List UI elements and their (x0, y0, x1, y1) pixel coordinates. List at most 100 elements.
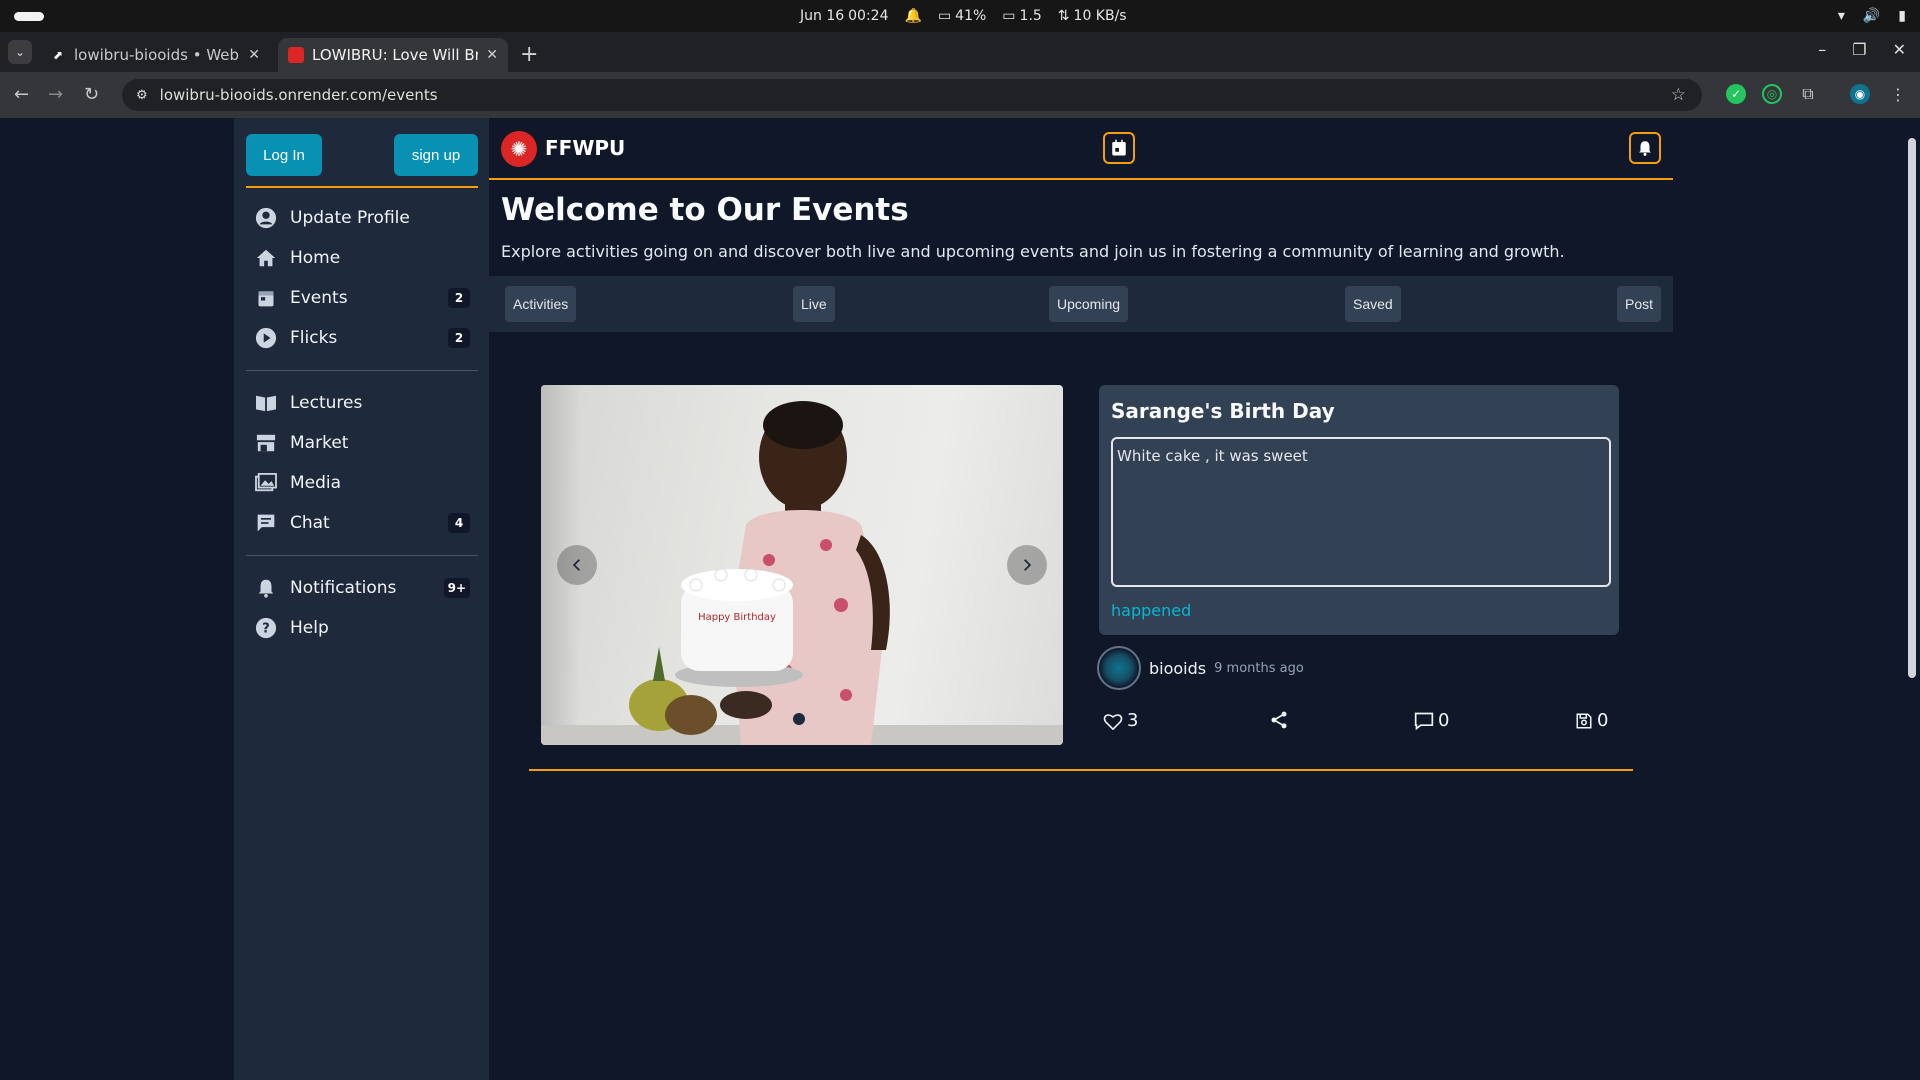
site-info-icon[interactable]: ⚙ (136, 88, 148, 103)
restore-icon[interactable]: ❐ (1852, 40, 1866, 59)
activities-indicator[interactable] (14, 12, 44, 21)
battery-icon: ▭ (937, 8, 952, 24)
profile-avatar-icon[interactable]: ◉ (1850, 84, 1870, 104)
sidebar-item-home[interactable]: Home (246, 238, 478, 278)
extension-check-icon[interactable]: ✓ (1726, 84, 1746, 104)
sidebar-item-label: Help (290, 618, 329, 638)
sidebar-item-label: Events (290, 288, 348, 308)
close-tab-icon[interactable]: ✕ (486, 47, 498, 63)
sidebar-item-events[interactable]: Events 2 (246, 278, 478, 318)
window-controls: – ❐ ✕ (1818, 40, 1906, 59)
sidebar-divider (246, 370, 478, 371)
sidebar-item-label: Notifications (290, 578, 397, 598)
user-circle-icon (254, 206, 278, 230)
os-tray[interactable]: ▾ 🔊 ▮ (1838, 0, 1906, 32)
extensions-puzzle-icon[interactable]: ⧉ (1798, 84, 1818, 104)
author-name[interactable]: biooids (1149, 659, 1206, 678)
sidebar-item-flicks[interactable]: Flicks 2 (246, 318, 478, 358)
net-speed-text: 10 KB/s (1073, 8, 1127, 24)
like-count: 3 (1127, 710, 1139, 731)
like-button[interactable]: 3 (1103, 710, 1138, 731)
sidebar-divider (246, 555, 478, 556)
battery-text: 41% (955, 8, 987, 24)
reload-icon[interactable]: ↻ (84, 84, 99, 105)
page-scrollbar[interactable] (1904, 118, 1920, 1080)
comment-button[interactable]: 0 (1414, 710, 1449, 731)
auth-buttons: Log In sign up (246, 134, 478, 188)
extension-target-icon[interactable]: ◎ (1762, 84, 1782, 104)
ffwpu-logo-icon[interactable]: ✺ (501, 131, 537, 167)
brand-name[interactable]: FFWPU (545, 136, 625, 160)
browser-tab-2[interactable]: LOWIBRU: Love Will Brin ✕ (278, 38, 508, 72)
sidebar-item-media[interactable]: Media (246, 463, 478, 503)
new-tab-button[interactable]: + (520, 42, 538, 67)
sidebar-item-notifications[interactable]: Notifications 9+ (246, 568, 478, 608)
chrome-menu-icon[interactable]: ⋮ (1888, 84, 1908, 104)
browser-tab-bar: ⌄ ⬈ lowibru-biooids • Web S ✕ LOWIBRU: L… (0, 32, 1920, 72)
lowibru-favicon-icon (288, 47, 304, 63)
event-author[interactable]: biooids 9 months ago (1097, 646, 1304, 690)
top-header: ✺ FFWPU (489, 118, 1673, 180)
avatar[interactable] (1097, 646, 1141, 690)
power-icon: ▮ (1898, 8, 1906, 24)
tab-saved[interactable]: Saved (1345, 286, 1401, 322)
sidebar-item-label: Market (290, 433, 349, 453)
bell-ringing-icon (1639, 141, 1651, 156)
event-description: White cake , it was sweet (1111, 437, 1611, 587)
sidebar-item-label: Update Profile (290, 208, 410, 228)
sidebar-item-label: Flicks (290, 328, 338, 348)
calendar-header-button[interactable] (1103, 132, 1135, 164)
tab-title: lowibru-biooids • Web S (74, 46, 241, 64)
share-button[interactable] (1269, 710, 1289, 730)
notifications-badge: 9+ (443, 578, 470, 598)
sidebar-item-chat[interactable]: Chat 4 (246, 503, 478, 543)
tab-title: LOWIBRU: Love Will Brin (312, 46, 479, 64)
close-tab-icon[interactable]: ✕ (248, 47, 260, 63)
chat-icon (254, 511, 278, 535)
save-button[interactable]: 0 (1575, 710, 1608, 731)
back-icon[interactable]: ← (14, 84, 29, 105)
sidebar-item-label: Media (290, 473, 342, 493)
tab-live[interactable]: Live (793, 286, 835, 322)
carousel-prev-button[interactable] (557, 545, 597, 585)
event-tabs: Activities Live Upcoming Saved Post (489, 276, 1673, 332)
chevron-right-icon (1024, 559, 1032, 571)
sidebar-item-update-profile[interactable]: Update Profile (246, 198, 478, 238)
tab-search-button[interactable]: ⌄ (8, 40, 32, 64)
display-scale-text: 1.5 (1019, 8, 1042, 24)
main-content: ✺ FFWPU Welcome to Our Events Explore ac… (489, 118, 1673, 1080)
carousel-next-button[interactable] (1007, 545, 1047, 585)
minimize-icon[interactable]: – (1818, 40, 1826, 59)
address-bar[interactable]: ⚙ lowibru-biooids.onrender.com/events ☆ (122, 79, 1702, 111)
tab-upcoming[interactable]: Upcoming (1049, 286, 1129, 322)
sidebar-item-help[interactable]: ? Help (246, 608, 478, 648)
web-page: Log In sign up Update Profile Home Event… (0, 118, 1920, 1080)
tab-activities[interactable]: Activities (505, 286, 577, 322)
save-count: 0 (1597, 710, 1609, 731)
bell-off-icon: 🔔 (904, 8, 922, 24)
browser-tab-1[interactable]: ⬈ lowibru-biooids • Web S ✕ (40, 38, 270, 72)
tab-post[interactable]: Post (1617, 286, 1662, 322)
comment-icon (1414, 712, 1434, 730)
sidebar-item-market[interactable]: Market (246, 423, 478, 463)
scrollbar-thumb[interactable] (1908, 138, 1916, 678)
carousel-dot[interactable] (793, 713, 805, 725)
os-status-center[interactable]: Jun 16 00:24 🔔 ▭ 41% ▭ 1.5 ⇅ 10 KB/s (800, 0, 1127, 32)
heart-icon (1103, 713, 1123, 730)
chevron-left-icon (572, 559, 580, 571)
bookmark-star-icon[interactable]: ☆ (1671, 85, 1686, 105)
forward-icon[interactable]: → (48, 84, 63, 105)
login-button[interactable]: Log In (246, 134, 322, 176)
share-icon (1271, 711, 1287, 729)
sidebar-menu-primary: Update Profile Home Events 2 Flicks 2 Le… (246, 198, 478, 648)
date-text: Jun 16 (800, 8, 845, 24)
bell-icon (254, 576, 278, 600)
os-top-bar: Jun 16 00:24 🔔 ▭ 41% ▭ 1.5 ⇅ 10 KB/s ▾ 🔊 ▮ (0, 0, 1920, 32)
close-window-icon[interactable]: ✕ (1893, 40, 1906, 59)
signup-button[interactable]: sign up (394, 134, 478, 176)
notification-header-button[interactable] (1629, 132, 1661, 164)
event-photo: Happy Birthday (541, 401, 1063, 745)
sidebar-item-lectures[interactable]: Lectures (246, 383, 478, 423)
monitor-icon: ▭ (1002, 8, 1016, 24)
event-image-carousel[interactable]: Happy Birthday (541, 385, 1063, 745)
